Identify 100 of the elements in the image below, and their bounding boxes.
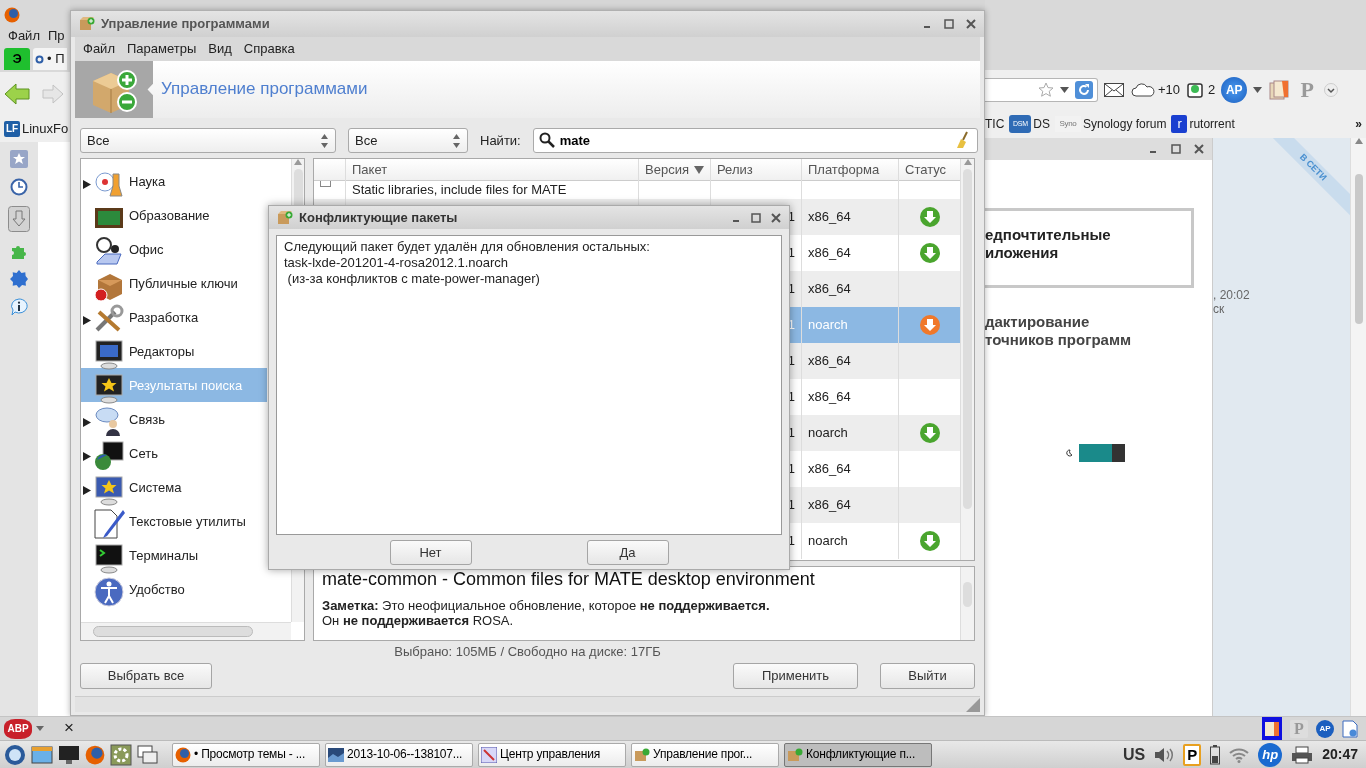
category-item[interactable]: Сеть <box>81 436 267 470</box>
expander-icon[interactable] <box>83 452 91 461</box>
expander-icon[interactable] <box>83 316 91 325</box>
category-item[interactable]: Терминалы <box>81 538 267 572</box>
person-circle-icon <box>93 576 125 608</box>
menu-item[interactable]: Справка <box>239 41 299 57</box>
hp-logo: hp <box>1258 742 1283 767</box>
select-all-button[interactable]: Выбрать все <box>80 663 212 689</box>
clock-icon[interactable] <box>10 178 28 196</box>
category-item[interactable]: Текстовые утилиты <box>81 504 267 538</box>
info-icon[interactable] <box>10 298 28 316</box>
category-item[interactable]: Наука <box>81 164 267 198</box>
scrollbar-thumb[interactable] <box>1354 174 1363 324</box>
printer-icon[interactable] <box>1291 745 1314 764</box>
checkbox[interactable] <box>320 181 331 187</box>
window-title: Управление программами <box>101 16 270 32</box>
toggle-switch[interactable] <box>1079 444 1125 462</box>
bookmark-link[interactable]: rutorrent <box>1189 116 1235 132</box>
maximize-icon[interactable] <box>751 212 761 223</box>
caret-icon[interactable] <box>1253 87 1263 93</box>
category-item[interactable]: Офис <box>81 232 267 266</box>
scrollbar[interactable] <box>81 622 291 640</box>
monitor-icon[interactable] <box>58 744 80 765</box>
category-item[interactable]: Редакторы <box>81 334 267 368</box>
volume-icon[interactable] <box>1154 746 1175 763</box>
firefox-icon[interactable] <box>85 744 105 765</box>
taskbar-button[interactable]: Центр управления <box>478 742 626 767</box>
bookmark-logo: LF <box>4 121 20 137</box>
bookmark-link[interactable]: DS <box>1033 116 1050 132</box>
column-header[interactable]: Версия <box>639 159 711 181</box>
taskbar-button[interactable]: • Просмотр темы - ... <box>172 742 320 767</box>
taskbar-button[interactable]: Конфликтующие п... <box>784 742 932 767</box>
settings-icon[interactable] <box>110 743 132 766</box>
orb-icon[interactable] <box>4 743 26 766</box>
close-icon[interactable] <box>771 212 781 223</box>
expander-icon[interactable] <box>83 180 91 189</box>
desktop-icon[interactable] <box>31 744 53 765</box>
page-icon[interactable] <box>1342 719 1358 738</box>
section-heading[interactable]: точников программ <box>985 331 1212 349</box>
search-field[interactable]: mate <box>532 128 978 153</box>
filter-dropdown[interactable]: Все <box>348 128 468 153</box>
battery-icon[interactable] <box>1210 744 1221 765</box>
category-item[interactable]: Публичные ключи <box>81 266 267 300</box>
taskbar-button[interactable]: Управление прог... <box>631 742 779 767</box>
wifi-icon[interactable] <box>1229 746 1250 763</box>
close-icon[interactable] <box>1194 144 1204 154</box>
gear-icon[interactable] <box>10 270 28 288</box>
maximize-icon[interactable] <box>944 19 954 29</box>
scroll-up-icon[interactable] <box>294 159 302 165</box>
chevron-icon[interactable] <box>1324 83 1339 97</box>
scrollbar-thumb[interactable] <box>93 626 253 637</box>
category-item[interactable]: Удобство <box>81 572 267 606</box>
close-button[interactable]: × <box>64 718 74 739</box>
document-stack-icon[interactable] <box>1262 716 1282 741</box>
filter-dropdown[interactable]: Все <box>80 128 336 153</box>
scrollbar[interactable] <box>960 567 974 640</box>
dialog-button[interactable]: Нет <box>389 540 472 565</box>
bookmark-star-icon[interactable] <box>1038 82 1054 98</box>
category-item[interactable]: Связь <box>81 402 267 436</box>
caret-icon[interactable] <box>36 726 44 731</box>
menu-item[interactable]: Пр <box>43 28 69 44</box>
apply-button[interactable]: Применить <box>733 663 858 689</box>
bookmarks-overflow[interactable]: » <box>1355 116 1362 132</box>
broom-icon[interactable] <box>955 131 970 149</box>
keyboard-layout[interactable]: US <box>1122 744 1146 765</box>
quit-button[interactable]: Выйти <box>880 663 975 689</box>
reload-icon[interactable] <box>1075 81 1093 99</box>
menu-item[interactable]: Вид <box>204 41 236 57</box>
maximize-icon[interactable] <box>1171 144 1181 154</box>
notification-icon[interactable] <box>1186 81 1205 99</box>
bookmark-link[interactable]: TIC <box>985 116 1005 132</box>
column-header[interactable]: Релиз <box>711 159 802 181</box>
expander-icon[interactable] <box>83 486 91 495</box>
windows-icon[interactable] <box>137 744 159 765</box>
scrollbar[interactable] <box>1350 138 1366 716</box>
menu-item[interactable]: Файл <box>4 28 44 44</box>
menu-item[interactable]: Параметры <box>122 41 201 57</box>
scroll-up-icon[interactable] <box>963 159 972 165</box>
scrollbar[interactable] <box>960 159 974 560</box>
resize-grip[interactable] <box>966 697 980 712</box>
bookmark-link[interactable]: LinuxFo <box>22 121 69 137</box>
column-header[interactable]: Платформа <box>802 159 899 181</box>
cloud-icon[interactable] <box>1130 82 1156 98</box>
dialog-button[interactable]: Да <box>586 540 669 565</box>
category-item[interactable]: Разработка <box>81 300 267 334</box>
table-cell: noarch <box>808 425 848 441</box>
box-heading: едпочтительные <box>985 226 1112 244</box>
column-header[interactable]: Пакет <box>346 159 639 181</box>
menu-item[interactable]: Файл <box>79 41 119 57</box>
back-arrow-icon[interactable] <box>4 83 30 105</box>
sort-icon[interactable] <box>694 166 704 174</box>
taskbar-button[interactable]: 2013-10-06--138107... <box>325 742 473 767</box>
category-item[interactable]: Система <box>81 470 267 504</box>
expander-icon[interactable] <box>83 418 91 427</box>
close-icon[interactable] <box>966 19 976 29</box>
category-item[interactable]: Образование <box>81 198 267 232</box>
section-heading[interactable]: дактирование <box>985 313 1212 331</box>
bookmark-link[interactable]: Synology forum <box>1083 116 1167 132</box>
mail-icon[interactable] <box>1104 83 1124 97</box>
caret-icon[interactable] <box>1060 87 1069 93</box>
